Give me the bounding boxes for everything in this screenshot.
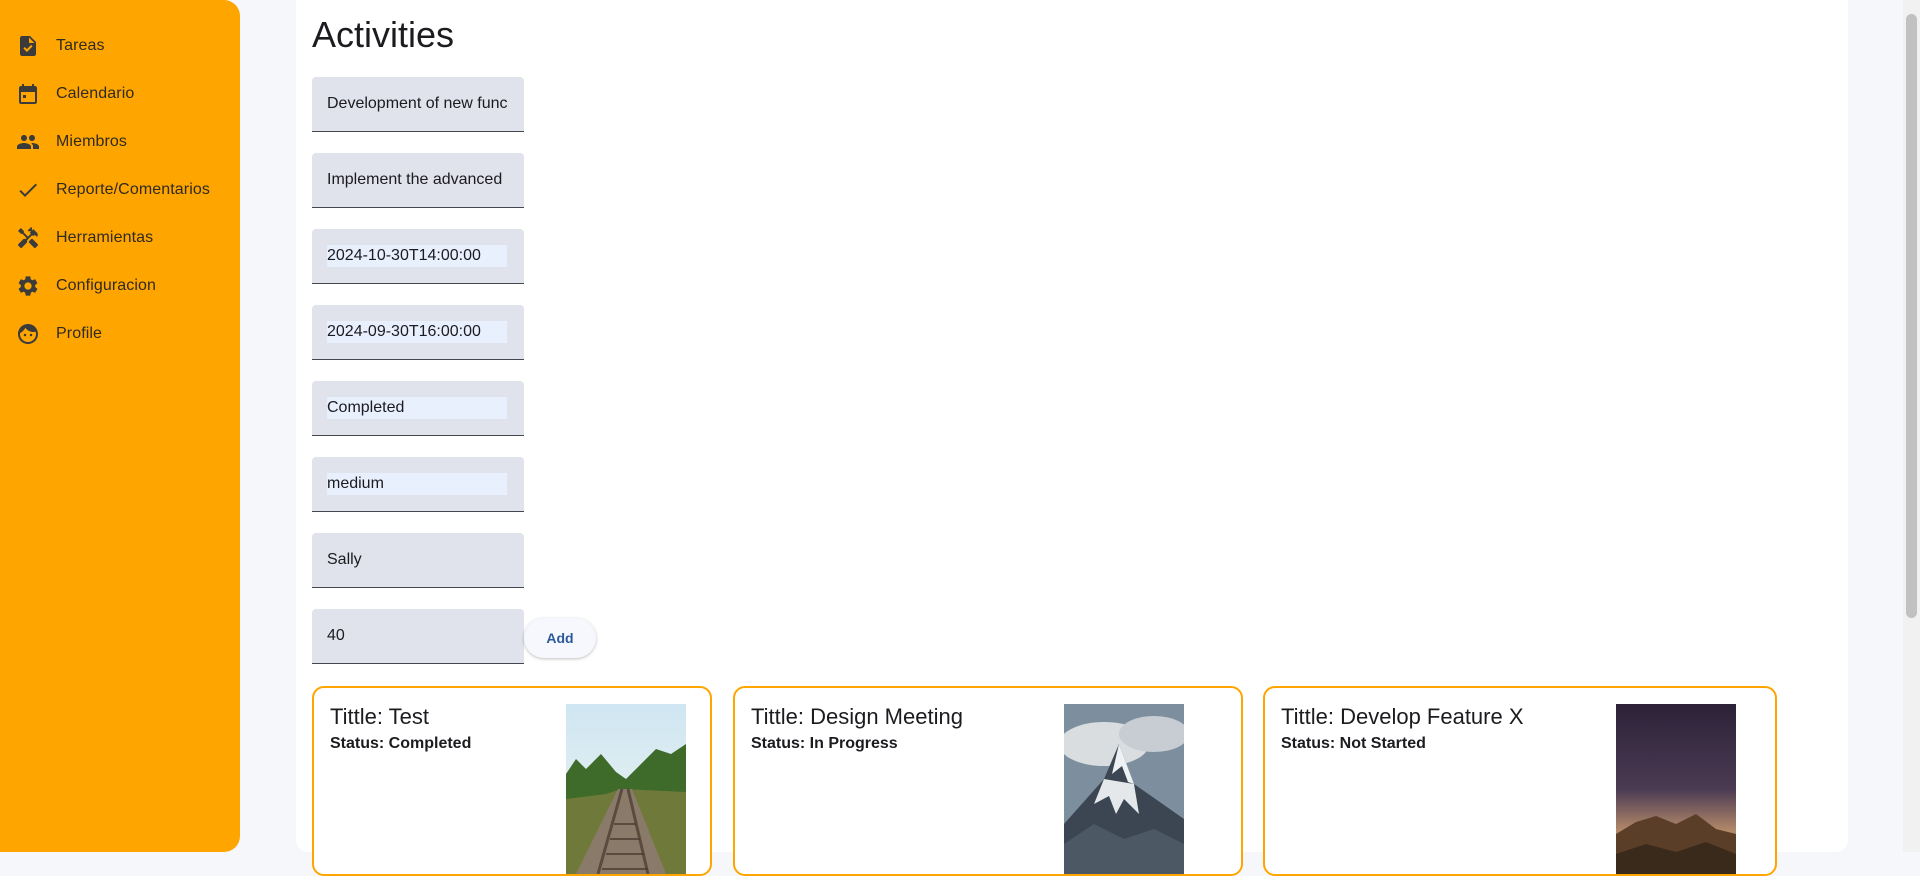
sidebar: Tareas Calendario Miembros Reporte/Comen… [0,0,240,852]
scrollbar-thumb[interactable] [1906,14,1917,618]
status-field [312,381,524,436]
page-title: Activities [312,14,455,55]
sidebar-item-tareas[interactable]: Tareas [0,26,240,66]
description-input[interactable] [327,169,507,191]
start-date-input[interactable] [327,245,507,267]
sidebar-item-label: Herramientas [56,229,154,246]
card-title: Tittle: Test [330,704,430,729]
activity-card[interactable]: Tittle: Test Status: Completed [312,686,712,876]
tools-icon [16,226,40,250]
description-field [312,153,524,208]
sidebar-item-herramientas[interactable]: Herramientas [0,218,240,258]
assignee-input[interactable] [327,549,507,571]
start-date-field [312,229,524,284]
assignee-field [312,533,524,588]
progress-field [312,609,524,664]
sidebar-item-profile[interactable]: Profile [0,314,240,354]
title-field [312,77,524,132]
sidebar-item-calendario[interactable]: Calendario [0,74,240,114]
railway-tracks-image [566,704,686,874]
sidebar-item-label: Profile [56,325,103,342]
sidebar-item-label: Calendario [56,85,135,102]
main-content: Activities Add Tittle: Test Status: Comp… [296,0,1848,876]
calendar-icon [16,82,40,106]
task-icon [16,34,40,58]
status-input[interactable] [327,397,507,419]
people-icon [16,130,40,154]
activity-card[interactable]: Tittle: Develop Feature X Status: Not St… [1263,686,1777,876]
snowy-mountain-image [1064,704,1184,874]
sidebar-item-configuracion[interactable]: Configuracion [0,266,240,306]
card-status: Status: In Progress [751,735,898,752]
rocky-cliff-dusk-image [1616,704,1736,874]
priority-field [312,457,524,512]
card-status: Status: Not Started [1281,735,1426,752]
end-date-field [312,305,524,360]
check-icon [16,178,40,202]
progress-input[interactable] [327,625,507,647]
sidebar-item-label: Miembros [56,133,128,150]
add-button[interactable]: Add [524,618,596,658]
sidebar-item-label: Configuracion [56,277,157,294]
card-title: Tittle: Design Meeting [751,704,963,729]
end-date-input[interactable] [327,321,507,343]
face-icon [16,322,40,346]
sidebar-item-miembros[interactable]: Miembros [0,122,240,162]
sidebar-item-label: Reporte/Comentarios [56,181,210,198]
priority-input[interactable] [327,473,507,495]
activity-card[interactable]: Tittle: Design Meeting Status: In Progre… [733,686,1243,876]
card-status: Status: Completed [330,735,472,752]
sidebar-item-reporte[interactable]: Reporte/Comentarios [0,170,240,210]
sidebar-item-label: Tareas [56,37,105,54]
card-title: Tittle: Develop Feature X [1281,704,1524,729]
gear-icon [16,274,40,298]
title-input[interactable] [327,93,507,115]
